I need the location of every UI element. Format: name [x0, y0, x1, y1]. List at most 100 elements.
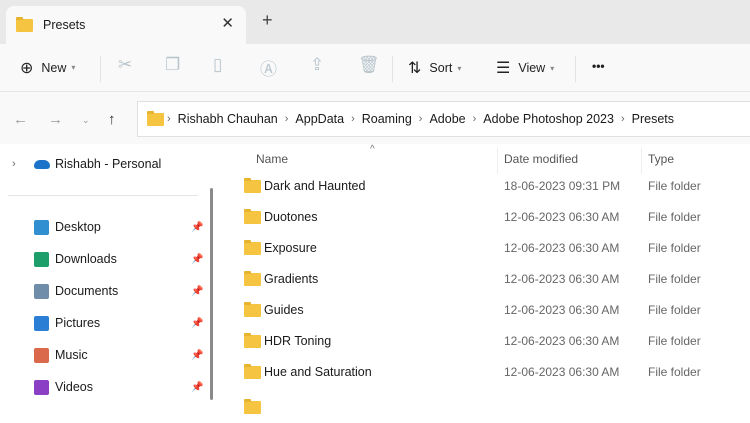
breadcrumb-item[interactable]: Adobe Photoshop 2023 — [483, 112, 614, 126]
view-label: View — [518, 61, 546, 75]
file-type: File folder — [648, 303, 701, 317]
chevron-down-icon: ▾ — [71, 63, 76, 72]
share-icon[interactable]: ⇪ — [310, 55, 324, 75]
pin-icon[interactable]: 📌 — [191, 318, 203, 329]
sidebar-item-label: Pictures — [55, 316, 101, 330]
pin-icon[interactable]: 📌 — [191, 254, 203, 265]
file-type: File folder — [648, 241, 701, 255]
breadcrumb-separator-icon[interactable]: › — [351, 113, 355, 125]
plus-circle-icon: ⊕ — [20, 59, 34, 77]
file-type: File folder — [648, 334, 701, 348]
tab-bar: Presets ✕ + — [0, 0, 750, 44]
sidebar-item-label: Rishabh - Personal — [55, 157, 162, 171]
recent-chevron-icon[interactable]: ⌄ — [82, 115, 90, 126]
back-icon[interactable]: ← — [13, 111, 28, 128]
chevron-down-icon: ▾ — [457, 63, 462, 73]
file-date: 12-06-2023 06:30 AM — [504, 272, 620, 286]
downloads-icon — [34, 251, 49, 267]
column-header-name[interactable]: Name — [256, 152, 288, 166]
sidebar-item-label: Videos — [55, 380, 93, 394]
tab-presets[interactable]: Presets ✕ — [6, 6, 246, 44]
breadcrumb-separator-icon[interactable]: › — [285, 113, 289, 125]
file-date: 12-06-2023 06:30 AM — [504, 334, 620, 348]
sidebar-item-pictures[interactable]: Pictures 📌 — [0, 308, 205, 338]
sidebar-item-label: Downloads — [55, 252, 117, 266]
breadcrumb-item[interactable]: AppData — [295, 112, 344, 126]
divider — [8, 195, 198, 196]
rename-icon[interactable]: Ⓐ — [260, 55, 277, 80]
folder-icon — [244, 399, 261, 414]
breadcrumb-item[interactable]: Rishabh Chauhan — [178, 112, 278, 126]
cloud-icon — [34, 159, 50, 169]
documents-icon — [34, 283, 49, 299]
file-name: Hue and Saturation — [264, 365, 372, 379]
sidebar-item-label: Music — [55, 348, 88, 362]
folder-icon — [244, 302, 261, 317]
file-type: File folder — [648, 179, 701, 193]
file-name: Exposure — [264, 241, 317, 255]
folder-icon — [244, 364, 261, 379]
new-tab-button[interactable]: + — [262, 10, 273, 31]
sidebar-item-downloads[interactable]: Downloads 📌 — [0, 244, 205, 274]
pin-icon[interactable]: 📌 — [191, 222, 203, 233]
breadcrumb-item[interactable]: Adobe — [429, 112, 465, 126]
tab-title: Presets — [43, 18, 86, 32]
address-bar[interactable]: › Rishabh Chauhan › AppData › Roaming › Adobe › A… — [137, 101, 750, 137]
folder-icon — [16, 16, 33, 32]
paste-icon[interactable]: ▯ — [213, 55, 222, 75]
file-name: Gradients — [264, 272, 319, 286]
file-name: Duotones — [264, 210, 318, 224]
file-row[interactable]: Duotones 12-06-2023 06:30 AM File folder — [220, 202, 750, 233]
up-icon[interactable]: ↑ — [108, 111, 116, 128]
sidebar-item-desktop[interactable]: Desktop 📌 — [0, 212, 205, 242]
sidebar-item-music[interactable]: Music 📌 — [0, 340, 205, 370]
breadcrumb-separator-icon[interactable]: › — [621, 113, 625, 125]
sort-ascending-icon: ^ — [370, 144, 375, 155]
sidebar-item-onedrive[interactable]: › Rishabh - Personal — [0, 149, 205, 179]
folder-icon — [244, 240, 261, 255]
music-icon — [34, 347, 49, 363]
file-row[interactable]: Guides 12-06-2023 06:30 AM File folder — [220, 295, 750, 326]
breadcrumb-item[interactable]: Roaming — [362, 112, 412, 126]
sidebar-item-videos[interactable]: Videos 📌 — [0, 372, 205, 402]
file-row[interactable]: Gradients 12-06-2023 06:30 AM File folder — [220, 264, 750, 295]
folder-icon — [244, 271, 261, 286]
cut-icon[interactable]: ✂ — [118, 55, 132, 75]
view-button[interactable]: ☰ View ▾ — [496, 58, 554, 78]
divider — [575, 56, 576, 82]
file-row[interactable]: Hue and Saturation 12-06-2023 06:30 AM Fil… — [220, 357, 750, 388]
breadcrumb-separator-icon[interactable]: › — [473, 113, 477, 125]
file-row-partial[interactable] — [220, 392, 750, 423]
folder-icon — [147, 110, 164, 126]
sort-icon: ⇅ — [408, 60, 422, 77]
copy-icon[interactable]: ❐ — [165, 55, 180, 75]
file-type: File folder — [648, 272, 701, 286]
delete-icon[interactable]: 🗑 — [358, 55, 380, 75]
close-tab-icon[interactable]: ✕ — [221, 14, 234, 32]
forward-icon[interactable]: → — [48, 111, 63, 128]
file-row[interactable]: Exposure 12-06-2023 06:30 AM File folder — [220, 233, 750, 264]
expand-chevron-icon[interactable]: › — [12, 158, 16, 170]
file-date: 12-06-2023 06:30 AM — [504, 210, 620, 224]
sidebar-item-label: Documents — [55, 284, 119, 298]
pin-icon[interactable]: 📌 — [191, 382, 203, 393]
breadcrumb-separator-icon[interactable]: › — [167, 113, 171, 125]
breadcrumb-item[interactable]: Presets — [632, 112, 674, 126]
more-options-button[interactable]: ••• — [592, 59, 605, 73]
column-header-date[interactable]: Date modified — [504, 152, 578, 166]
new-label: New — [41, 60, 67, 75]
videos-icon — [34, 379, 49, 395]
breadcrumb-separator-icon[interactable]: › — [419, 113, 423, 125]
file-name: HDR Toning — [264, 334, 332, 348]
column-header-type[interactable]: Type — [648, 152, 674, 166]
file-row[interactable]: Dark and Haunted 18-06-2023 09:31 PM File … — [220, 171, 750, 202]
sidebar-item-documents[interactable]: Documents 📌 — [0, 276, 205, 306]
file-date: 12-06-2023 06:30 AM — [504, 241, 620, 255]
sidebar-scrollbar[interactable] — [210, 188, 213, 400]
new-button[interactable]: ⊕ New ▾ — [20, 58, 75, 78]
pin-icon[interactable]: 📌 — [191, 350, 203, 361]
pin-icon[interactable]: 📌 — [191, 286, 203, 297]
file-row[interactable]: HDR Toning 12-06-2023 06:30 AM File folder — [220, 326, 750, 357]
file-name: Dark and Haunted — [264, 179, 366, 193]
sort-button[interactable]: ⇅ Sort ▾ — [408, 58, 461, 78]
